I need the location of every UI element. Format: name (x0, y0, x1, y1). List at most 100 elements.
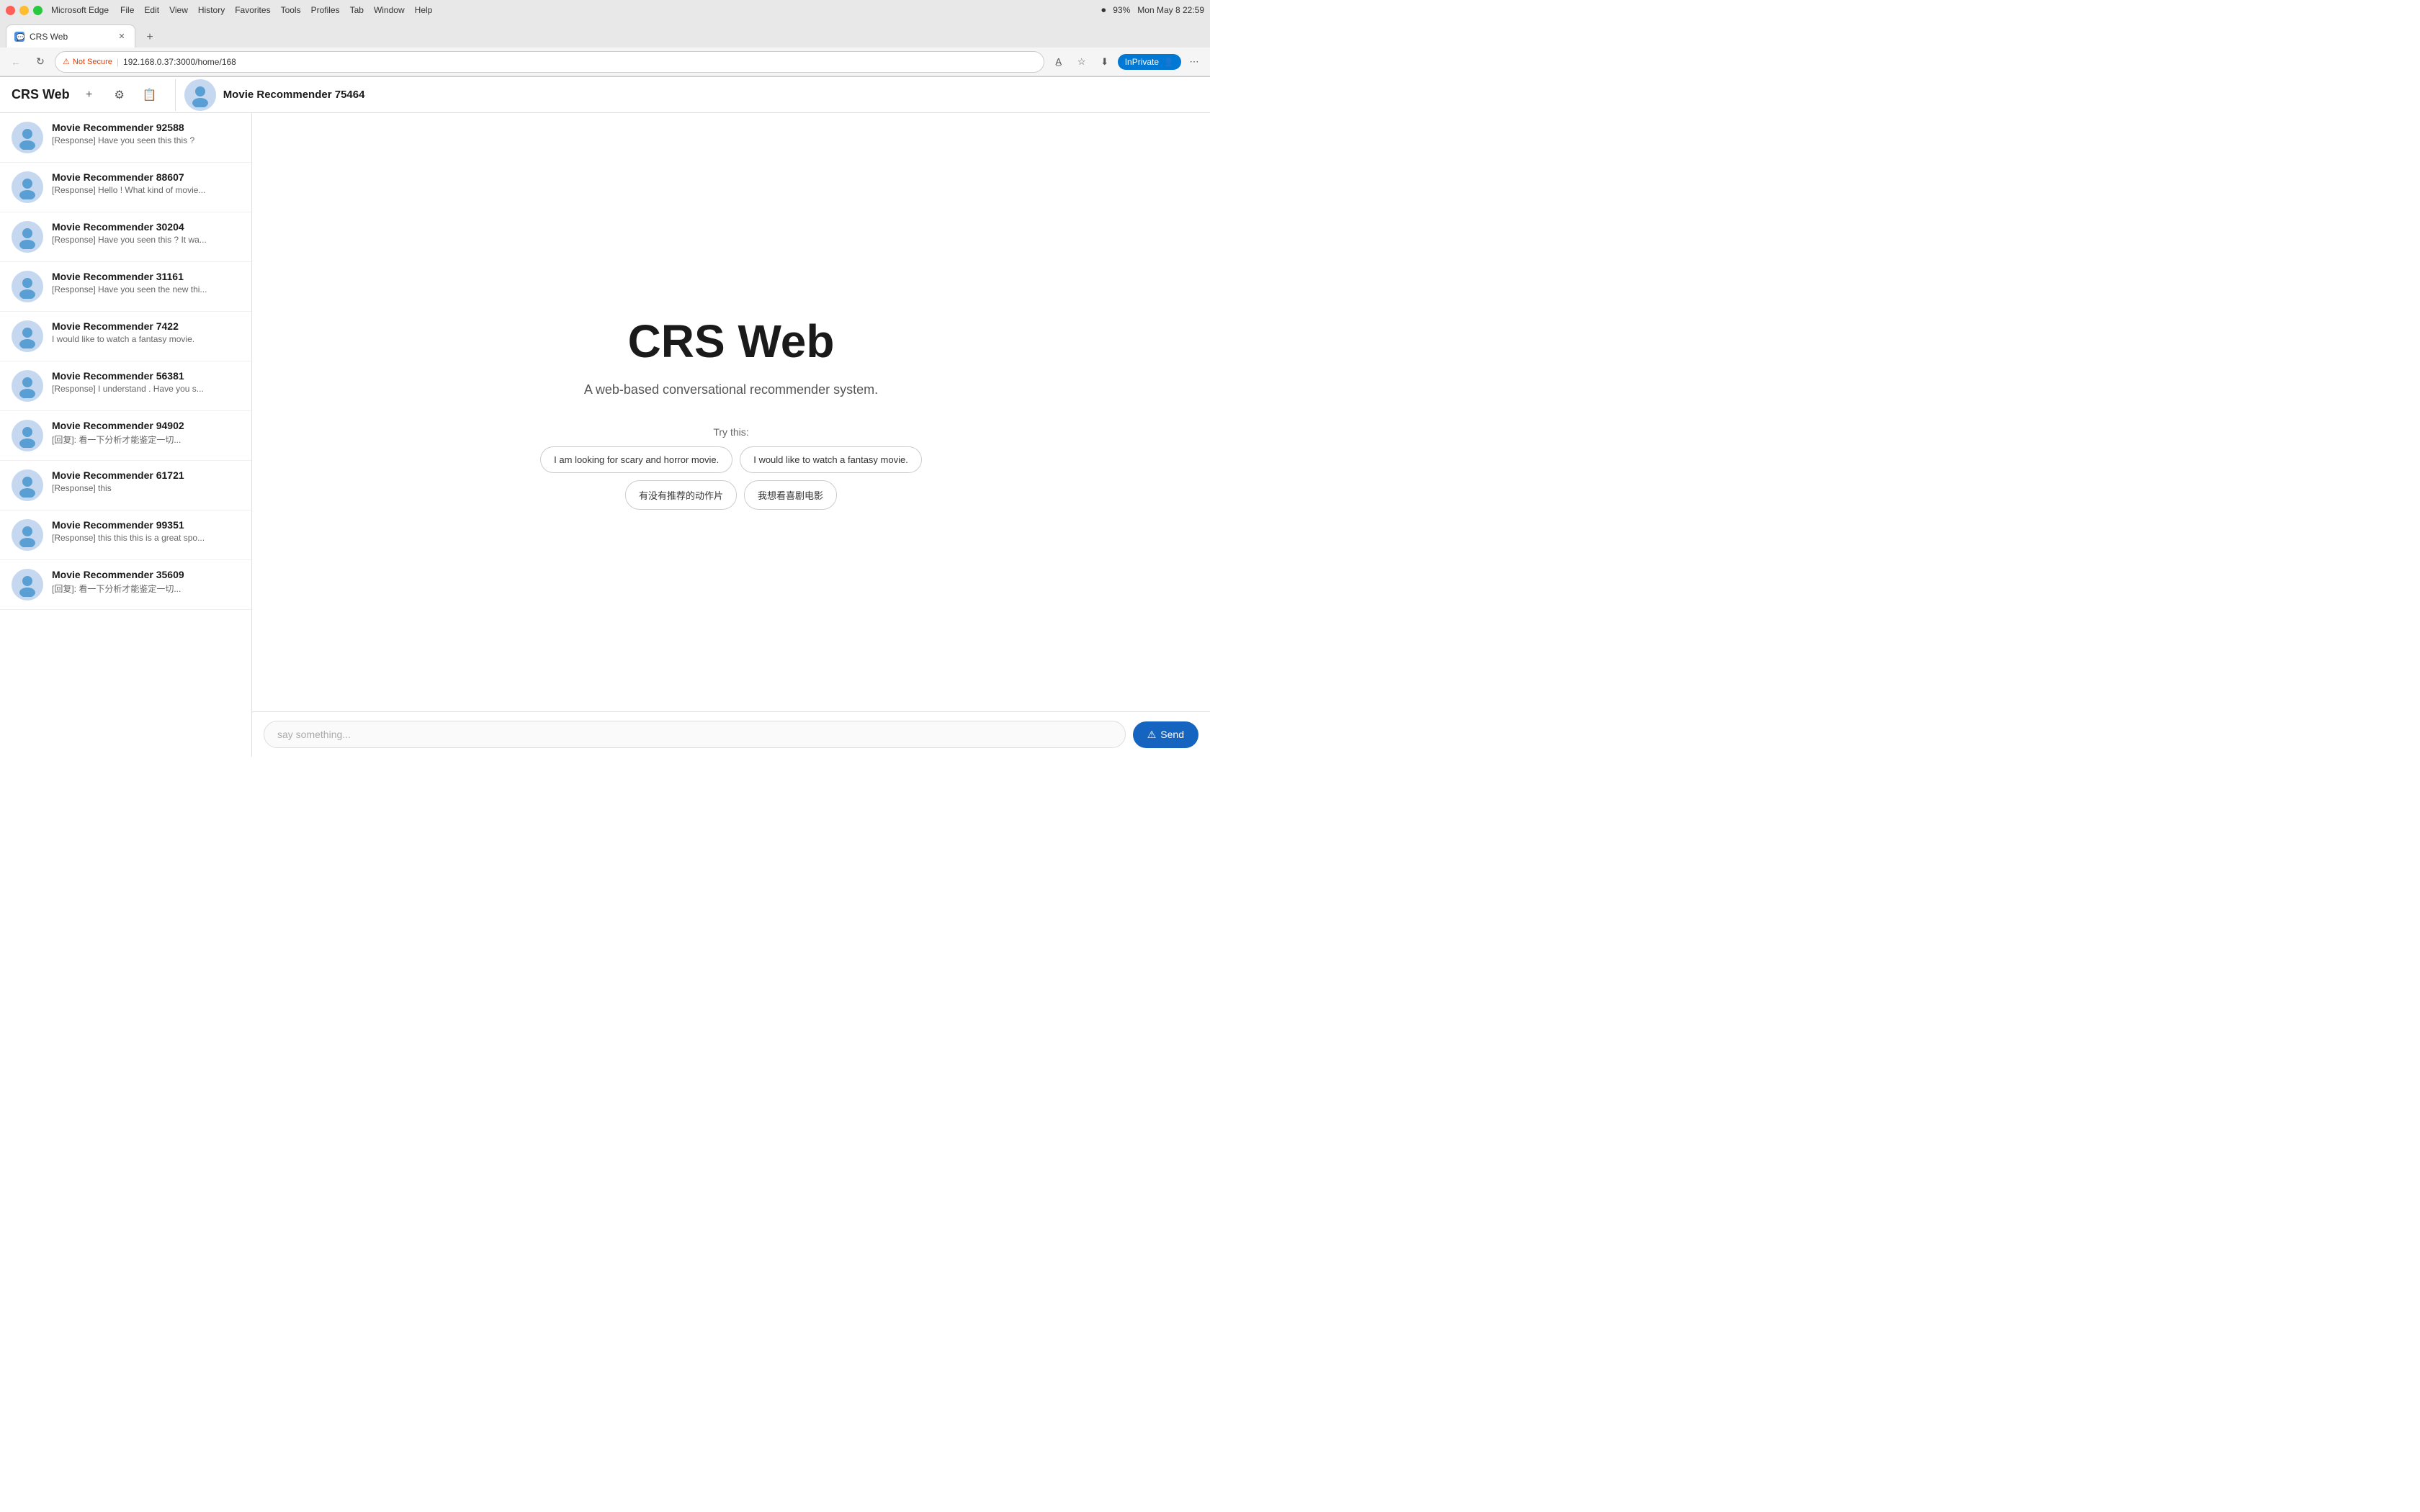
chat-preview: [回复]: 看一下分析才能鉴定一切... (52, 582, 240, 595)
menu-profiles[interactable]: Profiles (311, 5, 340, 15)
chat-info: Movie Recommender 92588 [Response] Have … (52, 122, 240, 145)
chat-item[interactable]: Movie Recommender 88607 [Response] Hello… (0, 163, 251, 212)
menu-help[interactable]: Help (415, 5, 433, 15)
chat-info: Movie Recommender 35609 [回复]: 看一下分析才能鉴定一… (52, 569, 240, 595)
suggestion-btn-2[interactable]: 有没有推荐的动作片 (625, 480, 737, 510)
active-tab[interactable]: 💬 CRS Web ✕ (6, 24, 135, 48)
chat-preview: I would like to watch a fantasy movie. (52, 334, 240, 344)
tab-favicon: 💬 (14, 31, 25, 42)
menu-file[interactable]: File (120, 5, 134, 15)
chat-name: Movie Recommender 99351 (52, 519, 240, 531)
browser-chrome: 💬 CRS Web ✕ + ← ↻ ⚠ Not Secure | 192.168… (0, 20, 1210, 77)
suggestion-btn-1[interactable]: I would like to watch a fantasy movie. (740, 446, 922, 473)
battery-label: 93% (1113, 5, 1130, 15)
chat-item[interactable]: Movie Recommender 92588 [Response] Have … (0, 113, 251, 163)
security-label: Not Secure (73, 58, 112, 66)
crs-main-title: CRS Web (628, 315, 835, 368)
chat-item[interactable]: Movie Recommender 7422 I would like to w… (0, 312, 251, 361)
message-input[interactable] (264, 721, 1126, 748)
main-layout: Movie Recommender 92588 [Response] Have … (0, 113, 1210, 757)
warning-icon: ⚠ (63, 57, 70, 66)
compose-button[interactable]: 📋 (139, 84, 161, 106)
chat-info: Movie Recommender 56381 [Response] I und… (52, 370, 240, 394)
chat-preview: [回复]: 看一下分析才能鉴定一切... (52, 433, 240, 446)
main-content: CRS Web A web-based conversational recom… (252, 113, 1210, 757)
minimize-window-button[interactable] (19, 6, 29, 15)
chat-name: Movie Recommender 61721 (52, 469, 240, 481)
menu-view[interactable]: View (169, 5, 188, 15)
profile-avatar-icon: 👤 (1163, 57, 1174, 67)
chat-item[interactable]: Movie Recommender 31161 [Response] Have … (0, 262, 251, 312)
security-badge: ⚠ Not Secure (63, 57, 112, 66)
send-label: Send (1160, 729, 1184, 740)
menu-bar: File Edit View History Favorites Tools P… (120, 5, 432, 15)
app-name-label: Microsoft Edge (51, 5, 109, 15)
chat-name: Movie Recommender 30204 (52, 221, 240, 233)
refresh-button[interactable]: ↻ (30, 52, 50, 72)
avatar (12, 469, 43, 501)
favorites-button[interactable]: ☆ (1072, 52, 1092, 72)
chat-name: Movie Recommender 56381 (52, 370, 240, 382)
new-chat-button[interactable]: + (79, 84, 100, 106)
send-icon: ⚠ (1147, 729, 1157, 741)
chat-preview: [Response] this this this is a great spo… (52, 533, 240, 543)
more-options-button[interactable]: ⋯ (1184, 52, 1204, 72)
titlebar-right: ⏺ 93% Mon May 8 22:59 (1101, 5, 1204, 16)
new-tab-button[interactable]: + (140, 27, 160, 48)
tab-close-button[interactable]: ✕ (116, 31, 127, 42)
translate-button[interactable]: A̲ (1049, 52, 1069, 72)
close-window-button[interactable] (6, 6, 15, 15)
chat-info: Movie Recommender 94902 [回复]: 看一下分析才能鉴定一… (52, 420, 240, 446)
svg-text:💬: 💬 (16, 32, 24, 42)
chat-item[interactable]: Movie Recommender 99351 [Response] this … (0, 510, 251, 560)
settings-button[interactable]: ⚙ (109, 84, 130, 106)
inprivate-button[interactable]: InPrivate 👤 (1118, 54, 1181, 70)
chat-name: Movie Recommender 94902 (52, 420, 240, 431)
menu-favorites[interactable]: Favorites (235, 5, 270, 15)
avatar (12, 370, 43, 402)
back-button[interactable]: ← (6, 52, 26, 72)
current-chat-header: Movie Recommender 75464 (175, 79, 1198, 111)
address-bar[interactable]: ⚠ Not Secure | 192.168.0.37:3000/home/16… (55, 51, 1044, 73)
send-button[interactable]: ⚠ Send (1133, 721, 1198, 748)
suggestion-btn-3[interactable]: 我想看喜剧电影 (744, 480, 837, 510)
input-area: ⚠ Send (252, 711, 1210, 757)
titlebar: Microsoft Edge File Edit View History Fa… (0, 0, 1210, 20)
tab-title-label: CRS Web (30, 32, 112, 42)
chat-item[interactable]: Movie Recommender 35609 [回复]: 看一下分析才能鉴定一… (0, 560, 251, 610)
suggestion-btn-0[interactable]: I am looking for scary and horror movie. (540, 446, 732, 473)
address-text: 192.168.0.37:3000/home/168 (123, 57, 1036, 67)
menu-window[interactable]: Window (374, 5, 405, 15)
chat-item[interactable]: Movie Recommender 61721 [Response] this (0, 461, 251, 510)
avatar (12, 519, 43, 551)
chat-info: Movie Recommender 99351 [Response] this … (52, 519, 240, 543)
avatar (12, 420, 43, 451)
chat-info: Movie Recommender 88607 [Response] Hello… (52, 171, 240, 195)
chat-item[interactable]: Movie Recommender 94902 [回复]: 看一下分析才能鉴定一… (0, 411, 251, 461)
chat-info: Movie Recommender 61721 [Response] this (52, 469, 240, 493)
chat-info: Movie Recommender 7422 I would like to w… (52, 320, 240, 344)
chat-info: Movie Recommender 30204 [Response] Have … (52, 221, 240, 245)
chat-name: Movie Recommender 7422 (52, 320, 240, 332)
datetime-label: Mon May 8 22:59 (1137, 5, 1204, 15)
tab-bar: 💬 CRS Web ✕ + (0, 20, 1210, 48)
chat-preview: [Response] this (52, 483, 240, 493)
menu-tools[interactable]: Tools (281, 5, 301, 15)
chat-item[interactable]: Movie Recommender 56381 [Response] I und… (0, 361, 251, 411)
chat-name: Movie Recommender 35609 (52, 569, 240, 580)
download-button[interactable]: ⬇ (1095, 52, 1115, 72)
app-logo-title: CRS Web (12, 87, 70, 102)
chat-item[interactable]: Movie Recommender 30204 [Response] Have … (0, 212, 251, 262)
nav-bar: ← ↻ ⚠ Not Secure | 192.168.0.37:3000/hom… (0, 48, 1210, 76)
maximize-window-button[interactable] (33, 6, 42, 15)
menu-tab[interactable]: Tab (350, 5, 364, 15)
menu-history[interactable]: History (198, 5, 225, 15)
menu-edit[interactable]: Edit (144, 5, 159, 15)
chat-preview: [Response] Have you seen the new thi... (52, 284, 240, 294)
sidebar: Movie Recommender 92588 [Response] Have … (0, 113, 252, 757)
nav-actions: A̲ ☆ ⬇ InPrivate 👤 ⋯ (1049, 52, 1204, 72)
crs-subtitle: A web-based conversational recommender s… (584, 382, 878, 397)
chat-preview: [Response] Hello ! What kind of movie... (52, 185, 240, 195)
inprivate-label: InPrivate (1125, 57, 1159, 67)
chat-info: Movie Recommender 31161 [Response] Have … (52, 271, 240, 294)
